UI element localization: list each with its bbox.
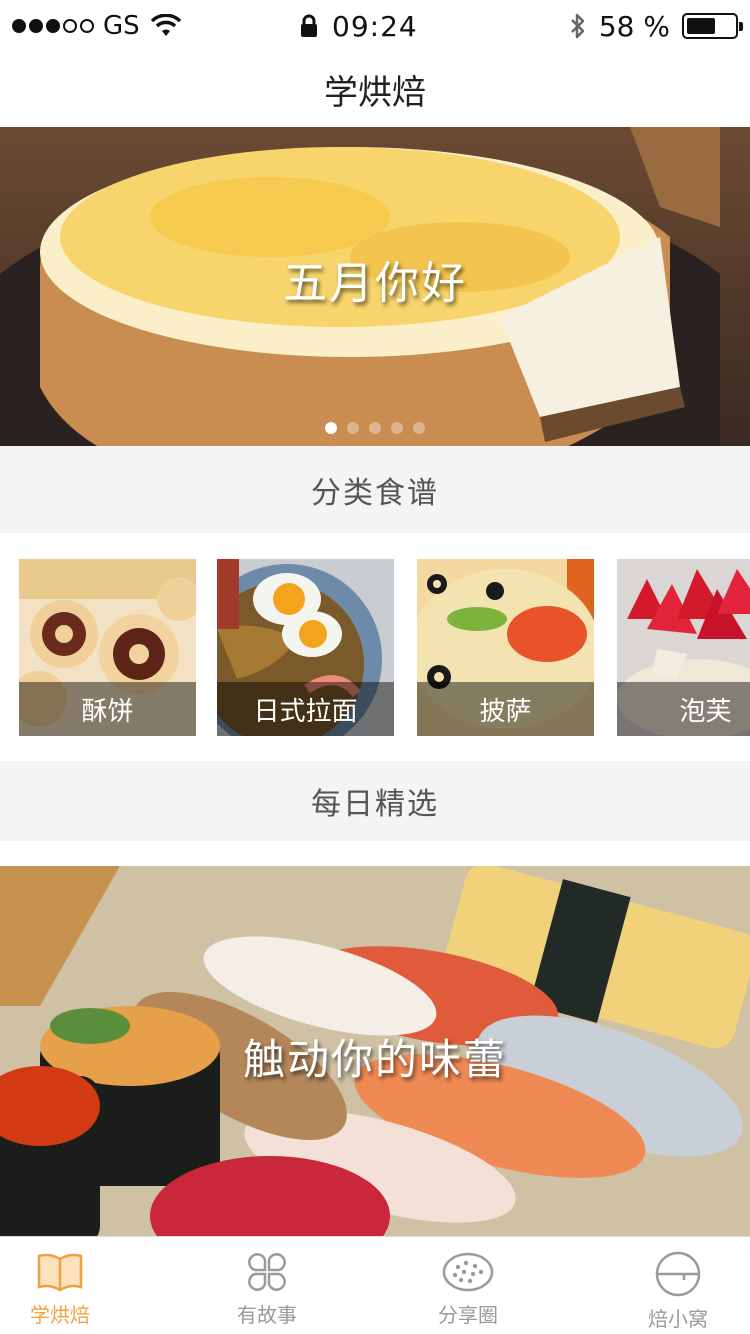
cookie-icon — [442, 1252, 494, 1292]
time-group: 09:24 — [300, 8, 418, 44]
nav-bar: 学烘焙 — [0, 52, 750, 127]
tab-stories[interactable]: 有故事 — [197, 1237, 337, 1334]
tab-bar: 学烘焙 有故事 分享圈 焙小窝 — [0, 1236, 750, 1334]
category-label: 日式拉面 — [217, 682, 394, 736]
bluetooth-icon — [570, 13, 585, 39]
category-section-title: 分类食谱 — [311, 475, 439, 511]
signal-dot-icon — [80, 19, 94, 33]
category-strip[interactable]: 酥饼 日式拉面 披萨 泡芙 — [0, 533, 750, 761]
pager-dot[interactable] — [325, 422, 337, 434]
lock-icon — [301, 14, 317, 37]
category-label: 泡芙 — [617, 682, 750, 736]
battery-percent: 58 % — [598, 9, 670, 43]
book-icon — [37, 1253, 83, 1292]
pager-dot[interactable] — [347, 422, 359, 434]
daily-section-header: 每日精选 — [0, 761, 750, 841]
signal-group: GS — [12, 8, 182, 44]
category-label: 披萨 — [417, 682, 594, 736]
hero-banner[interactable]: 五月你好 — [0, 127, 750, 446]
daily-banner[interactable]: 触动你的味蕾 — [0, 866, 750, 1236]
battery-fill — [687, 18, 715, 34]
signal-dot-icon — [29, 19, 43, 33]
category-item-ramen[interactable]: 日式拉面 — [217, 559, 394, 736]
signal-dot-icon — [63, 19, 77, 33]
tab-learn-baking[interactable]: 学烘焙 — [0, 1237, 130, 1334]
category-item-shortcake[interactable]: 酥饼 — [19, 559, 196, 736]
category-item-pizza[interactable]: 披萨 — [417, 559, 594, 736]
battery-icon — [682, 13, 743, 39]
tab-baking-nest[interactable]: 焙小窝 — [608, 1237, 748, 1334]
page-title: 学烘焙 — [324, 73, 426, 113]
battery-cap — [739, 22, 743, 31]
banner-caption: 五月你好 — [283, 258, 467, 309]
signal-dot-icon — [46, 19, 60, 33]
carrier-name: GS — [103, 11, 140, 41]
banner-pager[interactable] — [0, 422, 750, 434]
pager-dot[interactable] — [391, 422, 403, 434]
tab-label: 学烘焙 — [30, 1303, 90, 1327]
daily-banner-caption: 触动你的味蕾 — [242, 1035, 507, 1084]
tab-label: 有故事 — [237, 1303, 297, 1327]
tab-share-circle[interactable]: 分享圈 — [398, 1237, 538, 1334]
signal-dot-icon — [12, 19, 26, 33]
pager-dot[interactable] — [369, 422, 381, 434]
status-bar: GS 09:24 58 % — [0, 0, 750, 52]
category-section-header: 分类食谱 — [0, 446, 750, 533]
tab-label: 焙小窝 — [648, 1307, 708, 1331]
clover-icon — [248, 1253, 286, 1291]
tab-label: 分享圈 — [438, 1303, 498, 1327]
category-label: 酥饼 — [19, 682, 196, 736]
daily-section-title: 每日精选 — [311, 787, 439, 822]
pager-dot[interactable] — [413, 422, 425, 434]
bowl-icon — [655, 1251, 701, 1297]
wifi-icon — [150, 14, 181, 36]
clock-time: 09:24 — [332, 9, 418, 43]
battery-group: 58 % — [569, 8, 743, 44]
category-item-puff[interactable]: 泡芙 — [617, 559, 750, 736]
